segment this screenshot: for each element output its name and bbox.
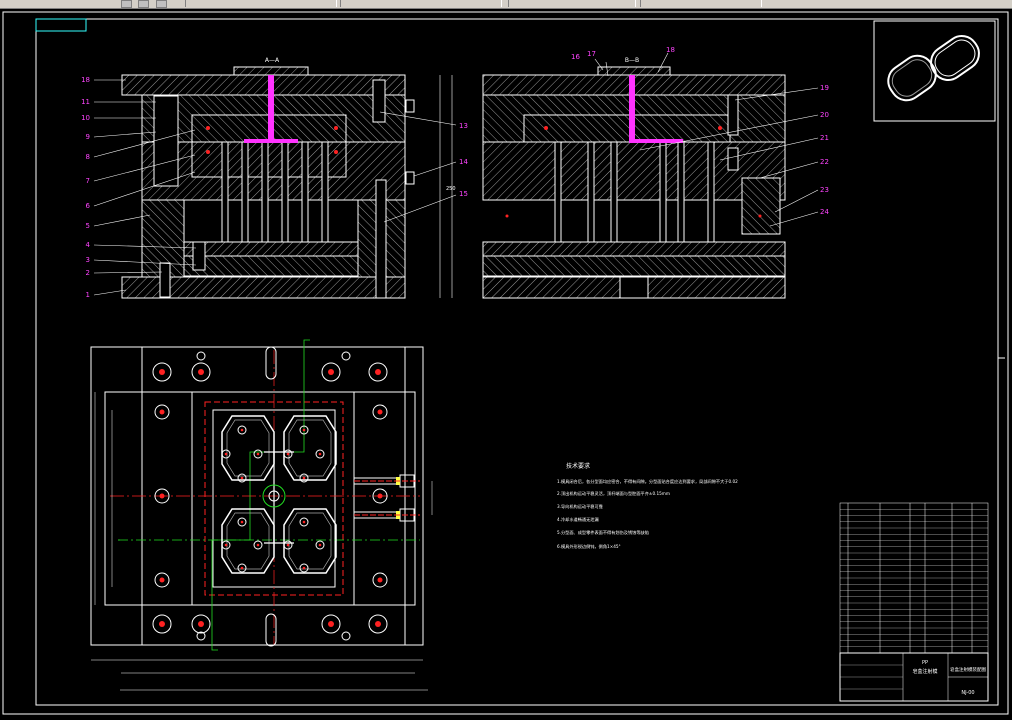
- toolbar-field[interactable]: [640, 0, 762, 7]
- toolbar-button[interactable]: [138, 0, 149, 8]
- callout-number: 24: [820, 208, 829, 216]
- toolbar-field[interactable]: [340, 0, 502, 7]
- callout-number: 18: [666, 46, 675, 54]
- toolbar-field[interactable]: [508, 0, 636, 7]
- part-name-label: 皂盒注射模: [912, 668, 937, 675]
- callout-number: 9: [86, 133, 90, 141]
- drawing-number-label: NJ-00: [961, 690, 974, 696]
- section-b-b-view[interactable]: B—B 16 17 18 19 20 21 22 23 24: [482, 46, 829, 299]
- tech-requirements-title: 技术要求: [566, 462, 590, 470]
- callout-number: 19: [820, 84, 829, 92]
- callout-number: 11: [81, 98, 90, 106]
- window-toolbar-strip: [0, 0, 1012, 9]
- callout-number: 5: [86, 222, 90, 230]
- drawing-title-label: 皂盒注射模装配图: [950, 666, 986, 673]
- callout-number: 22: [820, 158, 829, 166]
- callout-number: 1: [86, 291, 90, 299]
- callout-number: 18: [81, 76, 90, 84]
- tech-requirement-item: 3.导向机构运动平稳可靠: [557, 503, 603, 510]
- callout-number: 13: [459, 122, 468, 130]
- callout-number: 6: [86, 202, 91, 210]
- toolbar-button[interactable]: [156, 0, 167, 8]
- callout-number: 14: [459, 158, 468, 166]
- callout-number: 16: [571, 53, 580, 61]
- callout-number: 2: [86, 269, 90, 277]
- toolbar-button[interactable]: [121, 0, 132, 8]
- callout-number: 17: [587, 50, 596, 58]
- tech-requirement-item: 1.模具闭合后，各分型面均应密合，不得有间隙。分型面贴合度应达到要求，局部间隙不…: [557, 478, 738, 485]
- title-block: PP 皂盒注射模 皂盒注射模装配图 NJ-00: [839, 652, 989, 702]
- svg-text:250: 250: [446, 186, 456, 192]
- callout-number: 3: [86, 256, 90, 264]
- material-label: PP: [922, 660, 928, 666]
- callout-number: 21: [820, 134, 829, 142]
- callout-number: 10: [81, 114, 90, 122]
- tech-requirement-item: 2.顶出机构运动平稳灵活，顶杆端面与型腔面平齐±0.15mm: [557, 490, 670, 497]
- parts-list-rows: [840, 509, 988, 647]
- callout-number: 23: [820, 186, 829, 194]
- tech-requirement-item: 5.分型面、成型零件表面不得有划伤及锈蚀等缺陷: [557, 529, 649, 536]
- part-preview: [873, 20, 996, 122]
- section-a-label: A—A: [265, 57, 280, 64]
- callout-number: 7: [86, 177, 90, 185]
- callout-number: 15: [459, 190, 468, 198]
- section-a-a-view[interactable]: A—A 250 18 11 10 9 8 7 6 5 4 3 2 1 13 14…: [81, 57, 468, 299]
- tech-requirement-item: 4.冷却水道畅通无泄漏: [557, 516, 599, 523]
- toolbar-field[interactable]: [185, 0, 337, 7]
- technical-requirements: 技术要求 1.模具闭合后，各分型面均应密合，不得有间隙。分型面贴合度应达到要求，…: [557, 462, 738, 550]
- cad-drawing-canvas[interactable]: A—A 250 18 11 10 9 8 7 6 5 4 3 2 1 13 14…: [0, 9, 1012, 716]
- plan-view[interactable]: [90, 339, 433, 691]
- section-b-label: B—B: [625, 57, 639, 64]
- tech-requirement-item: 6.模具外形锐边倒钝，倒角1×45°: [557, 543, 621, 550]
- callout-number: 4: [86, 241, 91, 249]
- callout-number: 8: [86, 153, 90, 161]
- callout-number: 20: [820, 111, 829, 119]
